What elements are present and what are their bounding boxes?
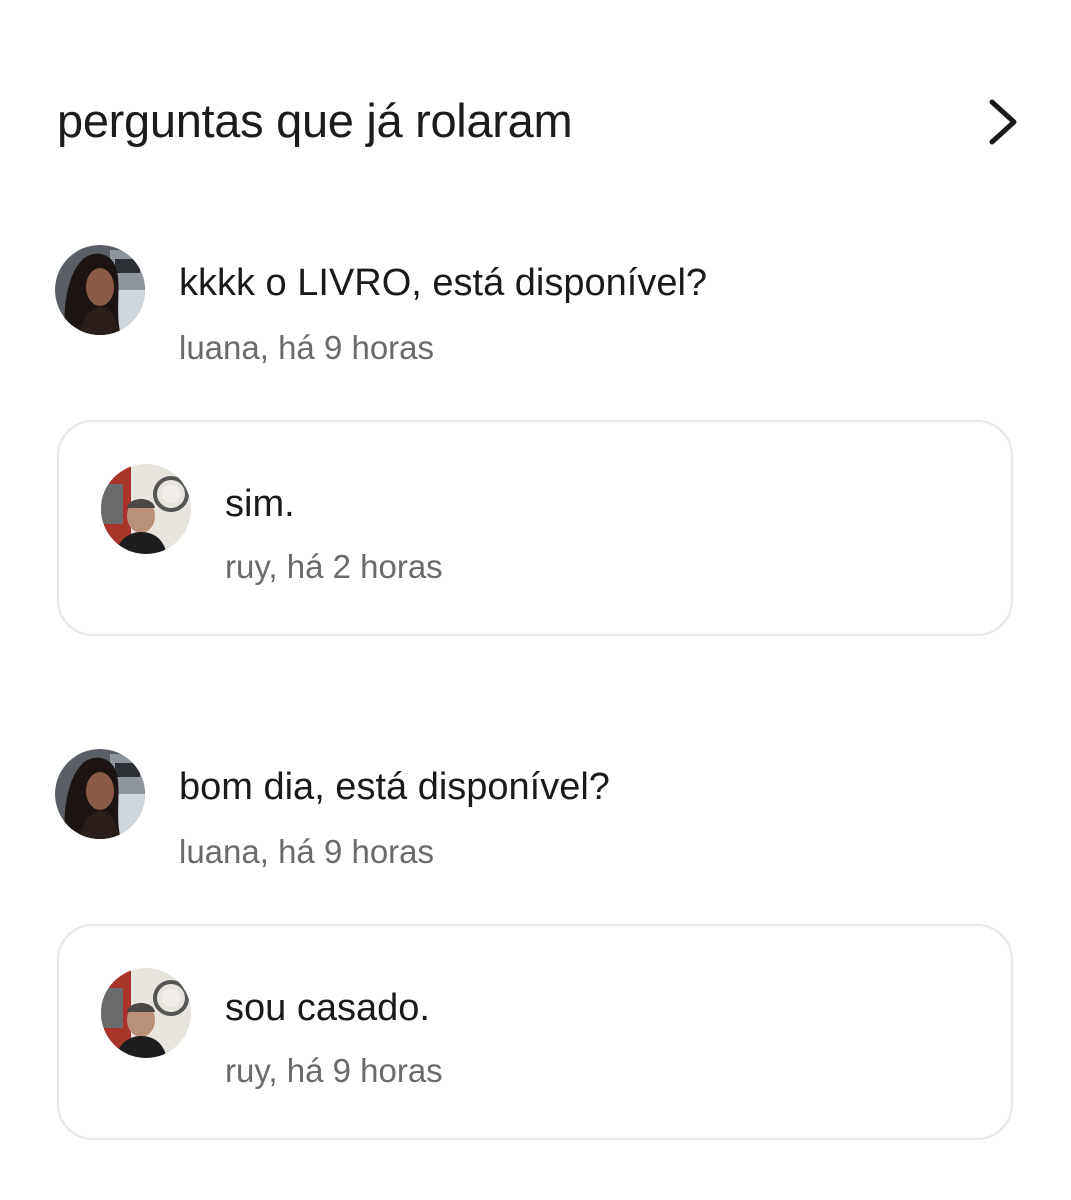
avatar-ruy[interactable] [101,464,191,554]
question-meta: luana, há 9 horas [179,833,435,870]
answer-text: sou casado. [225,987,430,1029]
questions-page: perguntas que já rolaram kkkk o LIVRO, e… [0,0,1071,1200]
question-item: bom dia, está disponível? luana, há 9 ho… [55,749,1015,870]
question-text: kkkk o LIVRO, está disponível? [179,262,708,304]
question-item: kkkk o LIVRO, está disponível? luana, há… [55,245,1015,366]
section-title: perguntas que já rolaram [57,94,573,147]
answer-card: sou casado. ruy, há 9 horas [57,924,1013,1140]
answer-card: sim. ruy, há 2 horas [57,420,1013,636]
answer-meta: ruy, há 9 horas [225,1052,443,1089]
question-meta: luana, há 9 horas [179,329,435,366]
questions-header[interactable]: perguntas que já rolaram [57,88,1017,158]
answer-meta: ruy, há 2 horas [225,548,443,585]
answer-text: sim. [225,483,295,525]
avatar-luana[interactable] [55,749,145,839]
avatar-ruy[interactable] [101,968,191,1058]
avatar-luana[interactable] [55,245,145,335]
chevron-right-icon[interactable] [982,94,1022,150]
question-text: bom dia, está disponível? [179,766,610,808]
